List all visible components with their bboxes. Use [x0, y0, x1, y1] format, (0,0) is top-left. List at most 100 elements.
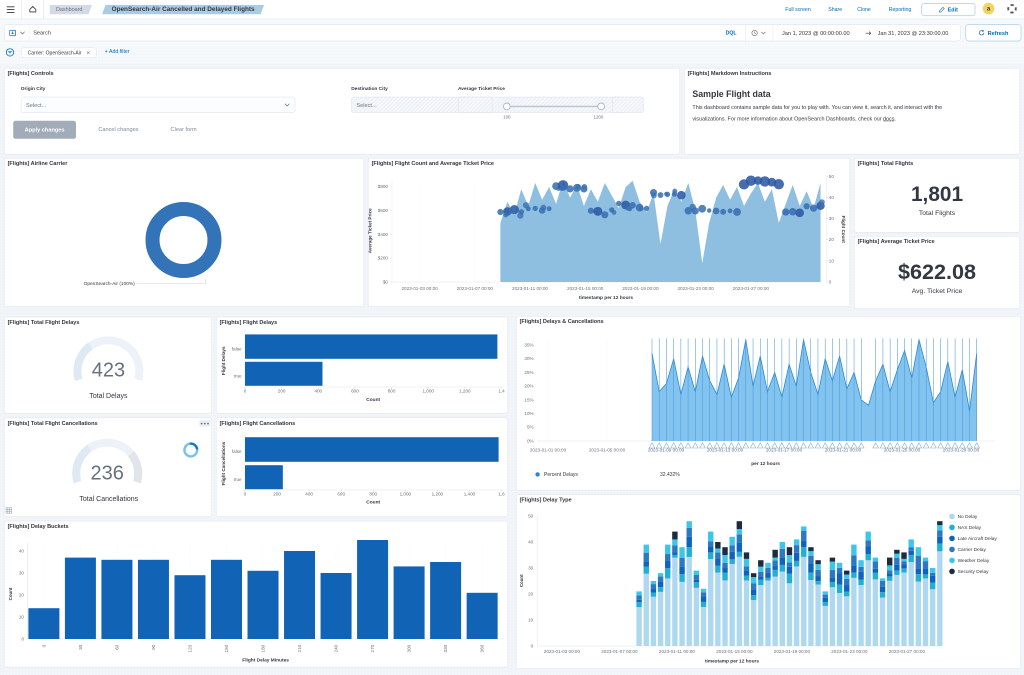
svg-text:2023-01-27 00:00: 2023-01-27 00:00: [733, 286, 770, 291]
svg-text:300: 300: [406, 644, 411, 652]
svg-text:30%: 30%: [524, 356, 533, 361]
svg-text:false: false: [232, 346, 242, 351]
svg-text:2023-01-07 00:00: 2023-01-07 00:00: [601, 649, 638, 654]
svg-text:Count: Count: [366, 397, 380, 403]
svg-text:400: 400: [314, 388, 322, 393]
svg-text:1,200: 1,200: [459, 388, 471, 393]
svg-text:Carrier Delay: Carrier Delay: [958, 547, 987, 553]
svg-text:Flight Delays: Flight Delays: [221, 346, 226, 375]
svg-text:270: 270: [370, 644, 375, 652]
svg-text:30: 30: [78, 644, 83, 650]
svg-text:1,000: 1,000: [422, 388, 434, 393]
svg-text:200: 200: [273, 491, 281, 496]
svg-text:0%: 0%: [527, 438, 534, 443]
svg-text:0: 0: [531, 643, 534, 648]
svg-text:$200: $200: [378, 256, 389, 261]
svg-text:210: 210: [297, 644, 302, 652]
svg-text:180: 180: [260, 644, 265, 652]
svg-text:Count: Count: [519, 574, 524, 587]
svg-text:60: 60: [114, 644, 119, 650]
svg-text:per 12 hours: per 12 hours: [751, 461, 780, 467]
svg-text:timestamp per 12 hours: timestamp per 12 hours: [705, 658, 759, 664]
svg-text:2023-01-03 00:00: 2023-01-03 00:00: [544, 649, 581, 654]
svg-text:2023-01-27 00:00: 2023-01-27 00:00: [889, 649, 926, 654]
svg-text:Total Delays: Total Delays: [89, 393, 128, 400]
svg-text:10: 10: [19, 614, 25, 619]
svg-text:800: 800: [388, 388, 396, 393]
svg-text:$400: $400: [378, 232, 389, 237]
svg-text:50: 50: [528, 513, 534, 518]
svg-text:2023-01-23 00:00: 2023-01-23 00:00: [831, 649, 868, 654]
svg-text:NAS Delay: NAS Delay: [958, 525, 982, 531]
svg-text:90: 90: [151, 644, 156, 650]
svg-text:timestamp per 12 hours: timestamp per 12 hours: [579, 295, 633, 301]
svg-text:2023-01-07 00:00: 2023-01-07 00:00: [457, 286, 494, 291]
svg-text:600: 600: [337, 491, 345, 496]
svg-text:1200: 1200: [594, 114, 604, 119]
svg-text:5%: 5%: [527, 425, 534, 430]
svg-text:1,4: 1,4: [498, 388, 505, 393]
svg-text:30: 30: [528, 565, 534, 570]
svg-text:35%: 35%: [524, 342, 533, 347]
svg-text:1,6: 1,6: [498, 491, 505, 496]
svg-text:2023-01-01 00:00: 2023-01-01 00:00: [530, 447, 567, 452]
svg-text:240: 240: [333, 644, 338, 652]
svg-text:25%: 25%: [524, 370, 533, 375]
svg-text:32.432%: 32.432%: [660, 472, 680, 478]
svg-text:20: 20: [528, 591, 534, 596]
svg-text:0: 0: [41, 644, 46, 647]
svg-text:2023-01-03 00:00: 2023-01-03 00:00: [401, 286, 438, 291]
svg-text:236: 236: [91, 463, 124, 485]
svg-text:true: true: [234, 374, 242, 379]
svg-text:50: 50: [829, 174, 835, 179]
svg-text:40: 40: [829, 195, 835, 200]
svg-text:OpenSearch-Air (100%): OpenSearch-Air (100%): [84, 281, 136, 287]
svg-text:2023-01-19 00:00: 2023-01-19 00:00: [774, 649, 811, 654]
svg-text:Flight Count: Flight Count: [841, 216, 846, 244]
svg-text:2023-01-15 00:00: 2023-01-15 00:00: [567, 286, 604, 291]
svg-text:800: 800: [369, 491, 377, 496]
svg-text:2023-01-11 00:00: 2023-01-11 00:00: [512, 286, 548, 291]
svg-text:2023-01-15 00:00: 2023-01-15 00:00: [716, 649, 753, 654]
svg-text:$800: $800: [378, 184, 389, 189]
svg-text:Count: Count: [8, 587, 13, 600]
svg-text:10: 10: [528, 617, 534, 622]
svg-text:Flight Cancellations: Flight Cancellations: [221, 441, 226, 485]
svg-text:Count: Count: [366, 500, 380, 506]
svg-text:Security Delay: Security Delay: [958, 569, 990, 575]
svg-text:200: 200: [278, 388, 286, 393]
svg-text:Percent Delays: Percent Delays: [544, 472, 578, 478]
svg-text:2023-01-19 00:00: 2023-01-19 00:00: [622, 286, 659, 291]
svg-text:Late Aircraft Delay: Late Aircraft Delay: [958, 536, 998, 542]
svg-text:true: true: [234, 477, 242, 482]
svg-text:600: 600: [351, 388, 359, 393]
svg-text:2023-01-05 00:00: 2023-01-05 00:00: [589, 447, 626, 452]
svg-text:0: 0: [244, 388, 247, 393]
svg-text:330: 330: [443, 644, 448, 652]
svg-text:20: 20: [19, 592, 25, 597]
svg-text:Flight Delay Minutes: Flight Delay Minutes: [242, 658, 289, 664]
svg-text:Average Ticket Price: Average Ticket Price: [368, 208, 373, 253]
svg-text:10: 10: [829, 258, 835, 263]
svg-text:0: 0: [829, 279, 832, 284]
svg-text:Weather Delay: Weather Delay: [958, 558, 990, 564]
svg-text:120: 120: [187, 644, 192, 652]
svg-text:1,400: 1,400: [464, 491, 476, 496]
svg-text:$0: $0: [383, 279, 389, 284]
svg-text:15%: 15%: [524, 397, 533, 402]
svg-text:40: 40: [528, 539, 534, 544]
svg-text:0: 0: [244, 491, 247, 496]
svg-text:false: false: [232, 449, 242, 454]
svg-text:20: 20: [829, 237, 835, 242]
svg-text:423: 423: [92, 359, 125, 381]
svg-text:1,200: 1,200: [432, 491, 444, 496]
svg-text:2023-01-23 00:00: 2023-01-23 00:00: [677, 286, 714, 291]
svg-text:$600: $600: [378, 208, 389, 213]
svg-text:30: 30: [829, 216, 835, 221]
svg-text:0: 0: [21, 636, 24, 641]
svg-text:No Delay: No Delay: [958, 514, 978, 520]
svg-text:40: 40: [19, 548, 25, 553]
svg-text:Total Cancellations: Total Cancellations: [79, 496, 138, 503]
svg-text:1,000: 1,000: [400, 491, 412, 496]
svg-text:360: 360: [480, 644, 485, 652]
